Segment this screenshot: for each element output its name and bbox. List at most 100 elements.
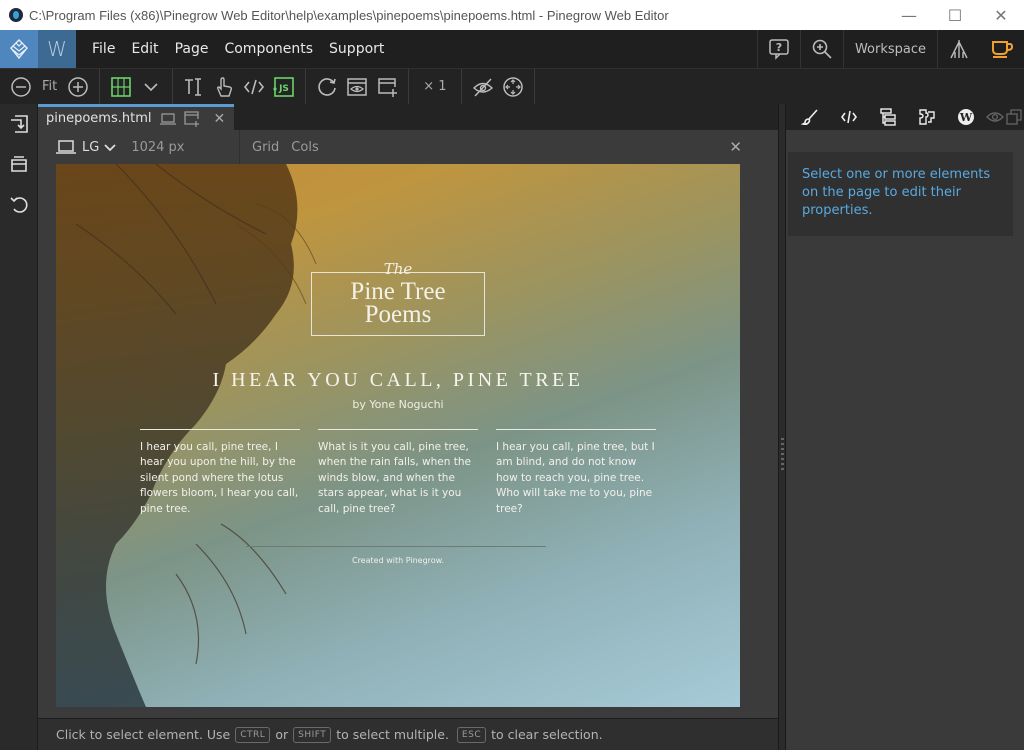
- undo-icon: [10, 197, 28, 213]
- window-title: C:\Program Files (x86)\Pinegrow Web Edit…: [29, 7, 669, 23]
- menu-page[interactable]: Page: [167, 41, 217, 57]
- eye-slash-icon: [472, 77, 493, 97]
- stanza-3: I hear you call, pine tree, but I am bli…: [496, 429, 656, 517]
- hero-the-text: The: [56, 260, 740, 278]
- tree-structure-icon: [879, 108, 896, 126]
- close-window-button[interactable]: ✕: [978, 0, 1024, 30]
- tab-tree[interactable]: [868, 104, 907, 130]
- multiplier-button[interactable]: × 1: [415, 79, 454, 94]
- import-icon: [11, 115, 28, 133]
- library-button[interactable]: [0, 144, 38, 184]
- hand-pointer-icon: [217, 76, 233, 97]
- text-edit-button[interactable]: [179, 72, 209, 102]
- code-view-button[interactable]: [239, 72, 269, 102]
- page-canvas[interactable]: The Pine Tree Poems I HEAR YOU CALL, PIN…: [56, 164, 740, 707]
- close-view-icon[interactable]: ✕: [729, 138, 742, 156]
- minimize-button[interactable]: —: [886, 0, 932, 30]
- pine-tree-icon: [950, 40, 968, 59]
- paintbrush-icon: [800, 109, 818, 126]
- help-button[interactable]: ?: [756, 30, 800, 68]
- no-selection-message: Select one or more elements on the page …: [788, 152, 1013, 236]
- menu-components[interactable]: Components: [216, 41, 321, 57]
- wordpress-icon: W: [957, 109, 974, 125]
- menu-support[interactable]: Support: [321, 41, 392, 57]
- add-window-icon: [378, 77, 398, 97]
- maximize-button[interactable]: ☐: [932, 0, 978, 30]
- zoom-in-icon: [68, 76, 88, 97]
- zoom-out-icon: [11, 76, 31, 97]
- wordpress-mode-button[interactable]: W: [38, 30, 76, 68]
- coffee-button[interactable]: [980, 30, 1024, 68]
- menu-file[interactable]: File: [84, 41, 123, 57]
- new-page-button[interactable]: [372, 72, 402, 102]
- expand-button[interactable]: [498, 72, 528, 102]
- close-tab-icon[interactable]: ✕: [214, 111, 226, 127]
- left-rail: [0, 104, 38, 750]
- inbox-icon: [11, 156, 27, 172]
- device-selector[interactable]: LG 1024 px: [38, 130, 240, 164]
- tab-duplicate[interactable]: [1005, 104, 1024, 130]
- shift-key-badge: SHIFT: [293, 726, 332, 743]
- tab-components[interactable]: [907, 104, 946, 130]
- layout-dropdown-button[interactable]: [136, 72, 166, 102]
- stanza-text: I hear you call, pine tree, but I am bli…: [496, 441, 655, 515]
- tab-visibility[interactable]: [985, 104, 1005, 130]
- chevron-down-icon: [103, 138, 117, 157]
- pine-tree-button[interactable]: [937, 30, 980, 68]
- stanza-divider: [496, 429, 656, 430]
- tab-new-window-button[interactable]: [183, 110, 200, 127]
- laptop-icon: [56, 140, 76, 154]
- device-width-label: 1024 px: [131, 139, 185, 155]
- hero-title-line1: Pine Tree: [350, 278, 446, 305]
- esc-key-badge: ESC: [456, 726, 487, 743]
- cols-toggle[interactable]: Cols: [291, 140, 318, 155]
- javascript-icon: JS: [273, 76, 295, 97]
- expand-arrows-icon: [502, 76, 523, 97]
- toolbar: Fit JS × 1: [0, 68, 1024, 105]
- footer-credit: Created with Pinegrow.: [351, 556, 445, 565]
- menu-edit[interactable]: Edit: [123, 41, 166, 57]
- workspace-button[interactable]: Workspace: [842, 30, 937, 68]
- preview-button[interactable]: [342, 72, 372, 102]
- status-text-3: to select multiple.: [336, 727, 449, 742]
- tab-wordpress[interactable]: W: [946, 104, 985, 130]
- stanza-2: What is it you call, pine tree, when the…: [318, 429, 478, 517]
- svg-text:JS: JS: [278, 84, 289, 94]
- pinegrow-logo-button[interactable]: [0, 30, 38, 68]
- coffee-cup-icon: [992, 41, 1014, 58]
- tab-preview-button[interactable]: [159, 112, 176, 126]
- fit-button[interactable]: Fit: [36, 79, 63, 94]
- document-tab[interactable]: pinepoems.html ✕: [38, 104, 234, 130]
- import-button[interactable]: [0, 104, 38, 144]
- zoom-in-button[interactable]: [63, 72, 93, 102]
- javascript-button[interactable]: JS: [269, 72, 299, 102]
- hide-button[interactable]: [468, 72, 498, 102]
- stanza-text: I hear you call, pine tree, I hear you u…: [140, 441, 299, 515]
- zoom-button[interactable]: [799, 30, 843, 68]
- refresh-button[interactable]: [312, 72, 342, 102]
- text-cursor-icon: [185, 77, 202, 96]
- app-icon: [9, 8, 23, 22]
- layout-frame-button[interactable]: [106, 72, 136, 102]
- copy-icon: [1006, 109, 1022, 125]
- tab-code[interactable]: [829, 104, 868, 130]
- svg-text:W: W: [958, 111, 972, 124]
- undo-button[interactable]: [0, 184, 38, 224]
- splitter-grip[interactable]: [781, 438, 784, 470]
- grid-toggle[interactable]: Grid: [252, 140, 279, 155]
- zoom-out-button[interactable]: [6, 72, 36, 102]
- stanza-text: What is it you call, pine tree, when the…: [318, 441, 471, 515]
- pinecone-icon: [10, 39, 28, 60]
- view-bar: LG 1024 px Grid Cols ✕: [38, 130, 778, 164]
- status-text-4: to clear selection.: [491, 727, 603, 742]
- footer-divider: [246, 546, 546, 547]
- zoom-in-icon: [812, 39, 832, 59]
- window-title-bar: C:\Program Files (x86)\Pinegrow Web Edit…: [0, 0, 1024, 30]
- interact-button[interactable]: [209, 72, 239, 102]
- tab-style[interactable]: [790, 104, 829, 130]
- panel-splitter[interactable]: [778, 104, 786, 750]
- code-icon: [244, 79, 265, 94]
- status-text-2: or: [275, 727, 289, 742]
- poem-author: by Yone Noguchi: [352, 398, 444, 411]
- document-tab-label: pinepoems.html: [46, 111, 152, 126]
